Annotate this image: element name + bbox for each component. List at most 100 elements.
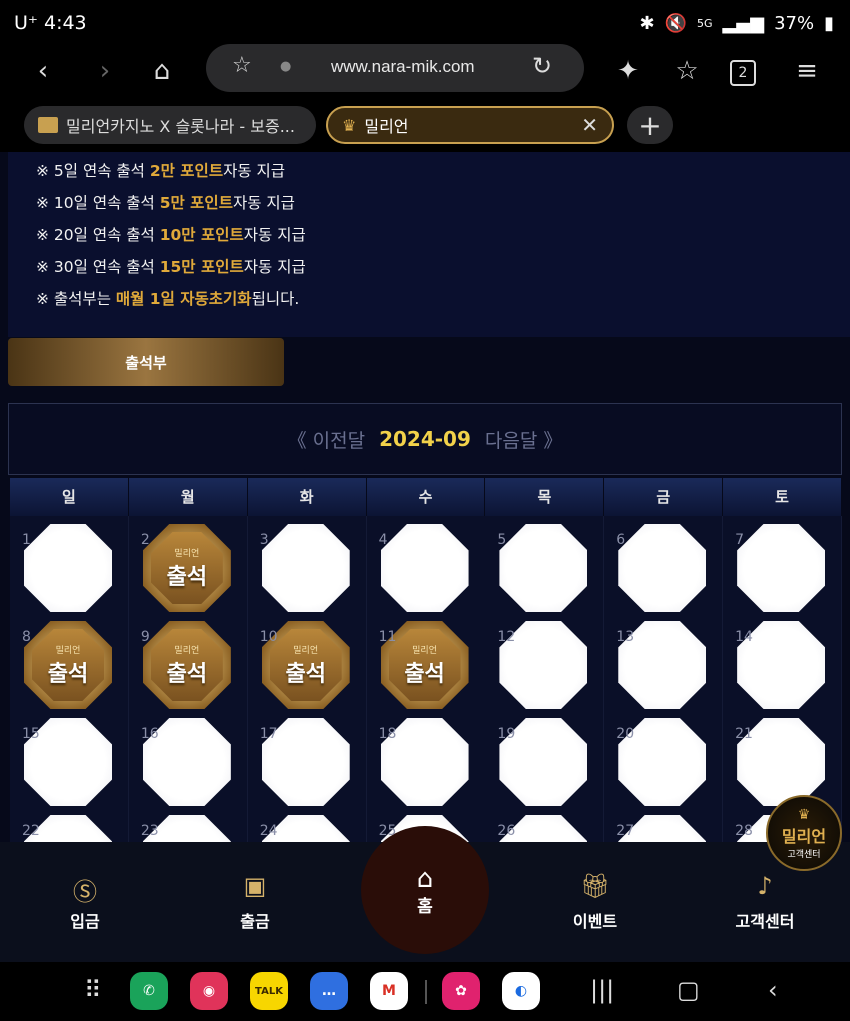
prev-month-link[interactable]: 《 이전달 bbox=[288, 426, 365, 453]
calendar-day[interactable]: 20 bbox=[604, 710, 724, 808]
battery-level: 37% bbox=[774, 13, 815, 34]
battery-icon: ▮ bbox=[824, 13, 834, 34]
menu-icon[interactable]: ≡ bbox=[790, 54, 824, 88]
tab-2-active[interactable]: ♛ 밀리언 ✕ bbox=[326, 106, 614, 144]
day-number: 5 bbox=[497, 532, 507, 548]
status-icons: ✱ 🔇 5G ▂▄▆ 37% ▮ bbox=[640, 13, 835, 34]
nav-home[interactable]: ⌂ 홈 bbox=[361, 826, 489, 954]
home-button-icon[interactable]: ▢ bbox=[677, 976, 700, 1004]
calendar-day[interactable]: 15 bbox=[10, 710, 129, 808]
nav-withdraw[interactable]: ▣ 출금 bbox=[195, 872, 315, 932]
calendar-day[interactable]: 11 밀리언 출석 bbox=[366, 613, 486, 711]
day-number: 18 bbox=[378, 726, 397, 742]
attendance-button[interactable]: 출석부 bbox=[8, 338, 284, 386]
empty-stamp bbox=[737, 524, 826, 612]
stamp-brand: 밀리언 bbox=[412, 645, 437, 656]
calendar-day[interactable]: 22 bbox=[10, 807, 129, 842]
day-number: 12 bbox=[497, 629, 516, 645]
current-month: 2024-09 bbox=[379, 427, 471, 451]
day-number: 15 bbox=[22, 726, 40, 742]
assistant-app-icon[interactable]: ◐ bbox=[502, 972, 540, 1010]
calendar-day[interactable]: 2 밀리언 출석 bbox=[128, 516, 248, 614]
empty-stamp bbox=[618, 524, 707, 612]
calendar-day[interactable]: 4 bbox=[366, 516, 486, 614]
nav-home-label: 홈 bbox=[417, 897, 433, 917]
tabs-button[interactable]: 2 bbox=[730, 60, 756, 86]
calendar-day[interactable]: 1 bbox=[10, 516, 129, 614]
info-icon[interactable]: ● bbox=[280, 59, 291, 74]
phone-app-icon[interactable]: ✆ bbox=[130, 972, 168, 1010]
page-content: ※ 5일 연속 출석 2만 포인트자동 지급 ※ 10일 연속 출석 5만 포인… bbox=[0, 152, 850, 842]
stamp-brand: 밀리언 bbox=[174, 645, 200, 656]
forward-icon[interactable]: › bbox=[88, 54, 122, 88]
messages-app-icon[interactable]: … bbox=[310, 972, 348, 1010]
tab-title: 밀리언카지노 X 슬롯나라 - 보증... bbox=[66, 117, 295, 136]
clock: U⁺ 4:43 bbox=[14, 12, 87, 34]
day-number: 7 bbox=[735, 532, 745, 548]
back-icon[interactable]: ‹ bbox=[26, 54, 60, 88]
home-icon[interactable]: ⌂ bbox=[145, 54, 179, 88]
new-tab-button[interactable]: + bbox=[627, 106, 673, 144]
calendar-day[interactable]: 5 bbox=[485, 516, 605, 614]
gift-icon: 🎁︎ bbox=[579, 872, 611, 900]
favorite-star-icon[interactable]: ☆ bbox=[232, 53, 252, 78]
flower-app-icon[interactable]: ✿ bbox=[442, 972, 480, 1010]
camera-app-icon[interactable]: ◉ bbox=[190, 972, 228, 1010]
empty-stamp bbox=[499, 524, 588, 612]
calendar-day[interactable]: 24 bbox=[247, 807, 367, 842]
day-number: 22 bbox=[22, 823, 40, 839]
nav-deposit[interactable]: Ⓢ 입금 bbox=[25, 872, 145, 932]
address-bar[interactable]: ☆ ● www.nara-mik.com ↻ bbox=[206, 44, 584, 92]
back-nav-icon[interactable]: ‹ bbox=[768, 976, 778, 1004]
recents-icon[interactable]: ||| bbox=[590, 976, 614, 1004]
day-number: 1 bbox=[22, 532, 31, 548]
calendar-day[interactable]: 3 bbox=[247, 516, 367, 614]
gmail-app-icon[interactable]: M bbox=[370, 972, 408, 1010]
cs-badge-title: 밀리언 bbox=[781, 826, 827, 846]
customer-center-badge[interactable]: ♛ 밀리언 고객센터 bbox=[766, 795, 842, 871]
nav-support[interactable]: ♪ 고객센터 bbox=[705, 872, 825, 932]
stamp-brand: 밀리언 bbox=[174, 548, 200, 559]
day-number: 28 bbox=[735, 823, 753, 839]
calendar-day[interactable]: 7 bbox=[723, 516, 843, 614]
calendar-day[interactable]: 23 bbox=[128, 807, 248, 842]
calendar-day[interactable]: 17 bbox=[247, 710, 367, 808]
calendar-day[interactable]: 14 bbox=[723, 613, 843, 711]
stamp-label: 출석 bbox=[166, 661, 208, 687]
day-number: 24 bbox=[259, 823, 278, 839]
day-number: 8 bbox=[22, 629, 31, 645]
kakaotalk-app-icon[interactable]: TALK bbox=[250, 972, 288, 1010]
bell-icon: ♪ bbox=[757, 872, 773, 900]
calendar-day[interactable]: 19 bbox=[485, 710, 605, 808]
day-number: 26 bbox=[497, 823, 516, 839]
calendar-day[interactable]: 16 bbox=[128, 710, 248, 808]
stamp-label: 출석 bbox=[47, 661, 89, 687]
notice-line: ※ 출석부는 매월 1일 자동초기화됩니다. bbox=[36, 290, 300, 308]
attendance-notice: ※ 5일 연속 출석 2만 포인트자동 지급 ※ 10일 연속 출석 5만 포인… bbox=[8, 152, 850, 337]
stamp-label: 출석 bbox=[404, 661, 445, 687]
calendar-day[interactable]: 18 bbox=[366, 710, 486, 808]
calendar-day[interactable]: 27 bbox=[604, 807, 724, 842]
calendar-day[interactable]: 26 bbox=[485, 807, 605, 842]
calendar-day[interactable]: 10 밀리언 출석 bbox=[247, 613, 367, 711]
calendar-day[interactable]: 21 bbox=[723, 710, 843, 808]
reload-icon[interactable]: ↻ bbox=[532, 52, 552, 80]
close-tab-icon[interactable]: ✕ bbox=[581, 113, 598, 137]
nav-event[interactable]: 🎁︎ 이벤트 bbox=[535, 872, 655, 932]
calendar-day[interactable]: 9 밀리언 출석 bbox=[128, 613, 248, 711]
empty-stamp bbox=[380, 524, 469, 612]
tab-1[interactable]: 밀리언카지노 X 슬롯나라 - 보증... bbox=[24, 106, 316, 144]
app-drawer-icon[interactable]: ⠿ bbox=[84, 976, 102, 1004]
calendar-day[interactable]: 8 밀리언 출석 bbox=[10, 613, 129, 711]
nav-withdraw-label: 출금 bbox=[240, 912, 270, 931]
day-number: 3 bbox=[259, 532, 269, 548]
url-text[interactable]: www.nara-mik.com bbox=[331, 57, 475, 77]
next-month-link[interactable]: 다음달 》 bbox=[485, 426, 562, 453]
notice-line: ※ 20일 연속 출석 10만 포인트자동 지급 bbox=[36, 226, 306, 244]
calendar-day[interactable]: 6 bbox=[604, 516, 724, 614]
calendar-day[interactable]: 12 bbox=[485, 613, 605, 711]
bookmark-add-icon[interactable]: ☆ bbox=[670, 54, 704, 88]
ai-sparkle-icon[interactable]: ✦ bbox=[611, 54, 645, 88]
calendar-day[interactable]: 13 bbox=[604, 613, 724, 711]
empty-stamp bbox=[261, 524, 350, 612]
